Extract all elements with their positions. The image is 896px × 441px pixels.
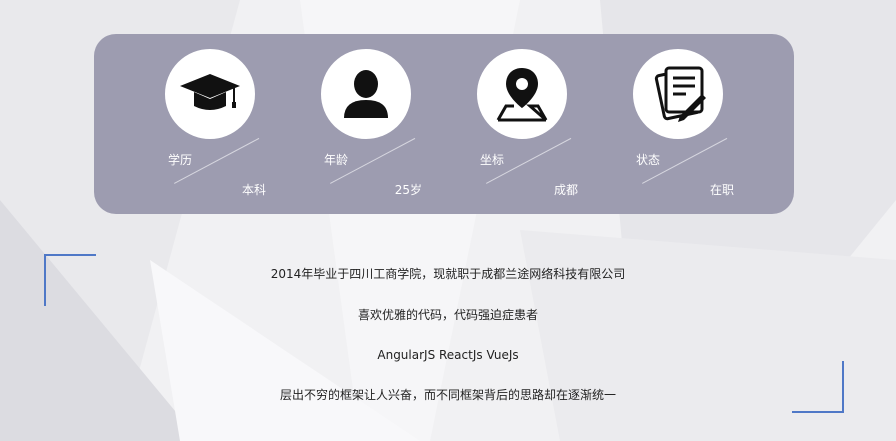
corner-bracket-top-left [44,254,96,256]
map-pin-icon [477,49,567,139]
education-label: 学历 [168,153,193,167]
description-line: 2014年毕业于四川工商学院，现就职于成都兰途网络科技有限公司 [270,267,626,281]
age-label: 年龄 [324,153,349,167]
description-line: 层出不穷的框架让人兴奋，而不同框架背后的思路却在逐渐统一 [279,388,616,402]
location-label: 坐标 [480,153,505,167]
corner-bracket-bottom-right-vertical [842,361,844,413]
status-label: 状态 [636,153,661,167]
graduation-cap-icon [165,49,255,139]
profile-info-panel: 学历 本科 年龄 25岁 坐标 成都 状态 在职 [94,34,794,214]
corner-bracket-bottom-right [792,411,844,413]
location-value: 成都 [553,183,578,197]
status-value: 在职 [709,183,734,197]
education-value: 本科 [241,183,266,197]
profile-item-location: 坐标 成都 [428,34,588,214]
profile-item-education: 学历 本科 [116,34,276,214]
profile-item-age: 年龄 25岁 [272,34,432,214]
profile-item-status: 状态 在职 [584,34,744,214]
document-pen-icon [633,49,723,139]
user-silhouette-icon [321,49,411,139]
age-value: 25岁 [394,183,422,197]
description-line: 喜欢优雅的代码，代码强迫症患者 [357,308,538,322]
description-line: AngularJS ReactJs VueJs [377,348,519,362]
